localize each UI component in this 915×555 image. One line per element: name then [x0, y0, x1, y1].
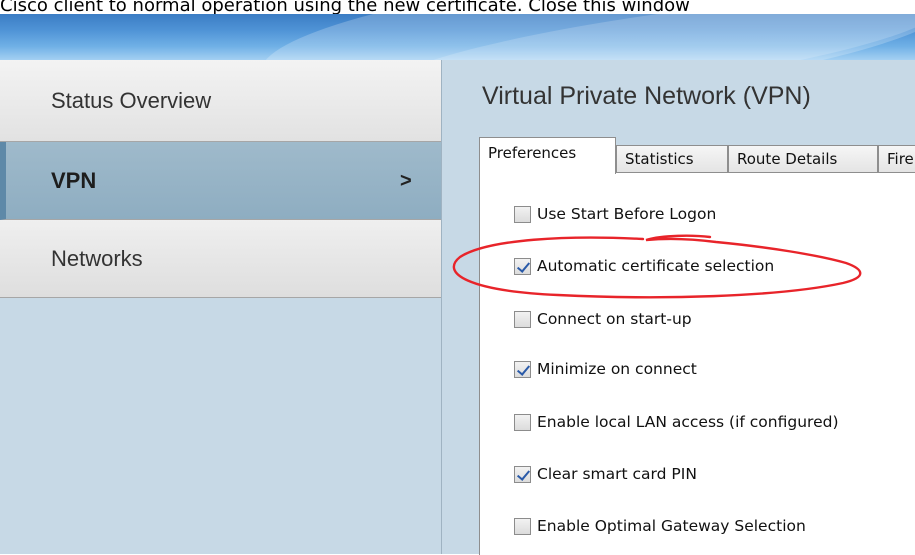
- option-automatic-certificate-selection[interactable]: Automatic certificate selection: [514, 253, 774, 279]
- tab-preferences[interactable]: Preferences: [479, 137, 616, 174]
- sidebar-item-networks[interactable]: Networks: [0, 220, 441, 298]
- option-use-start-before-logon[interactable]: Use Start Before Logon: [514, 201, 716, 227]
- checkbox[interactable]: [514, 257, 531, 275]
- option-enable-optimal-gateway-selection[interactable]: Enable Optimal Gateway Selection: [514, 513, 806, 539]
- checkbox[interactable]: [514, 517, 531, 535]
- checkbox[interactable]: [514, 310, 531, 328]
- option-label: Automatic certificate selection: [537, 257, 775, 275]
- option-label: Clear smart card PIN: [537, 465, 697, 483]
- checkbox[interactable]: [514, 413, 531, 431]
- option-label: Minimize on connect: [537, 360, 697, 378]
- option-label: Enable local LAN access (if configured): [537, 413, 839, 431]
- main-panel: Virtual Private Network (VPN) Preference…: [442, 60, 915, 555]
- option-clear-smart-card-pin[interactable]: Clear smart card PIN: [514, 461, 697, 487]
- option-minimize-on-connect[interactable]: Minimize on connect: [514, 356, 697, 382]
- tab-label: Fire: [887, 150, 914, 168]
- tab-label: Statistics: [625, 150, 694, 168]
- header-banner: [0, 14, 915, 60]
- option-connect-on-start-up[interactable]: Connect on start-up: [514, 306, 692, 332]
- page-title: Virtual Private Network (VPN): [482, 82, 811, 110]
- tab-statistics[interactable]: Statistics: [616, 145, 728, 172]
- tab-label: Route Details: [737, 150, 838, 168]
- chevron-right-icon: >: [400, 169, 412, 192]
- sidebar-item-label: Status Overview: [51, 87, 212, 113]
- tab-route-details[interactable]: Route Details: [728, 145, 878, 172]
- sidebar-item-label: Networks: [51, 245, 143, 271]
- sidebar-item-status-overview[interactable]: Status Overview: [0, 60, 441, 142]
- tab-firewall[interactable]: Fire: [878, 145, 915, 172]
- option-label: Use Start Before Logon: [537, 205, 717, 223]
- sidebar: Status Overview VPN > Networks: [0, 60, 442, 554]
- tab-label: Preferences: [488, 144, 577, 162]
- preferences-panel: Use Start Before Logon Automatic certifi…: [479, 172, 915, 555]
- option-enable-local-lan-access[interactable]: Enable local LAN access (if configured): [514, 409, 839, 435]
- checkbox[interactable]: [514, 465, 531, 483]
- tab-bar: Preferences Statistics Route Details Fir…: [479, 137, 915, 174]
- checkbox[interactable]: [514, 205, 531, 223]
- option-label: Connect on start-up: [537, 310, 692, 328]
- option-label: Enable Optimal Gateway Selection: [537, 517, 806, 535]
- checkbox[interactable]: [514, 360, 531, 378]
- sidebar-item-label: VPN: [51, 167, 97, 193]
- sidebar-item-vpn[interactable]: VPN >: [0, 142, 441, 220]
